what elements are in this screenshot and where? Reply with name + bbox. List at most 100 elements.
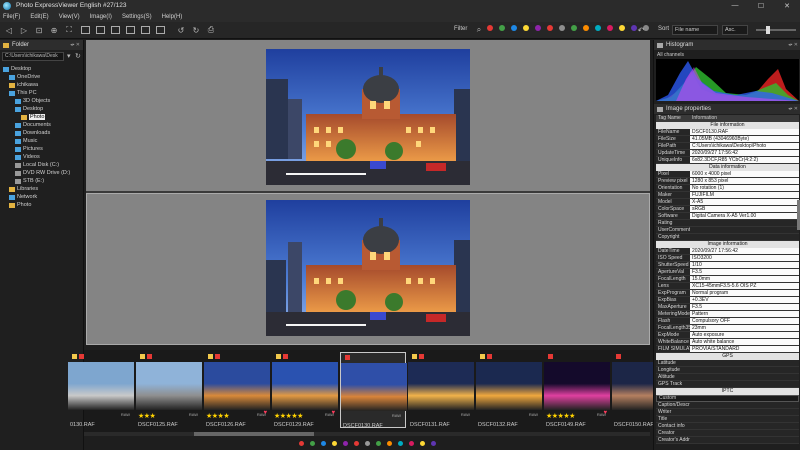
menu-settings[interactable]: Settings(S) <box>122 14 152 20</box>
status-dot[interactable] <box>386 440 392 446</box>
property-row[interactable]: Lens XC15-45mmF3.5-5.6 OIS PZ <box>656 283 799 290</box>
thumbnail-image[interactable] <box>68 362 134 410</box>
refresh-icon[interactable]: ↻ <box>75 52 81 60</box>
tree-node[interactable]: STB (E:) <box>0 177 84 185</box>
tree-node[interactable]: OneDrive <box>0 73 84 81</box>
filter-dot[interactable] <box>487 25 493 31</box>
menu-help[interactable]: Help(H) <box>162 14 183 20</box>
thumbnail-image[interactable] <box>408 362 474 410</box>
property-row[interactable]: ExpMode Auto exposure <box>656 332 799 339</box>
main-photo[interactable] <box>266 49 470 185</box>
tree-node[interactable]: Photo <box>0 113 84 121</box>
tree-node[interactable]: Pictures <box>0 145 84 153</box>
property-row[interactable]: WhiteBalance Auto white balance <box>656 339 799 346</box>
property-row[interactable]: Altitude <box>656 374 799 381</box>
property-row[interactable]: Flash Compulsory OFF <box>656 318 799 325</box>
path-up-icon[interactable]: ▾ <box>67 52 71 60</box>
status-dot[interactable] <box>364 440 370 446</box>
property-row[interactable]: Software Digital Camera X-A5 Ver1.00 <box>656 213 799 220</box>
filmstrip-thumbnail[interactable]: RAW 0130.RAF <box>68 352 134 428</box>
property-row[interactable]: ShutterSpeed 1/10 <box>656 262 799 269</box>
maximize-button[interactable]: ☐ <box>748 0 774 11</box>
tree-node[interactable]: Local Disk (C:) <box>0 161 84 169</box>
fit-icon[interactable]: ⊡ <box>33 24 45 36</box>
tree-node[interactable]: Network <box>0 193 84 201</box>
iptc-preset-dropdown[interactable]: Custom <box>656 395 799 402</box>
filter-dot[interactable] <box>619 25 625 31</box>
menu-image[interactable]: Image(I) <box>90 14 112 20</box>
layout-compare-icon[interactable] <box>126 26 135 34</box>
property-row[interactable]: FILM SIMULATIONPROVIA/STANDARD <box>656 346 799 353</box>
preview-pane-bottom[interactable] <box>86 193 650 345</box>
compare-photo[interactable] <box>266 200 470 336</box>
zoom-icon[interactable]: ⊕ <box>48 24 60 36</box>
print-icon[interactable]: ⎙ <box>205 24 217 36</box>
status-dot[interactable] <box>309 440 315 446</box>
status-dot[interactable] <box>419 440 425 446</box>
property-row[interactable]: ExpProgram Normal program <box>656 290 799 297</box>
property-row[interactable]: Orientation No rotation (1) <box>656 185 799 192</box>
property-row[interactable]: Creator's Addre <box>656 437 799 444</box>
filmstrip-thumbnail[interactable]: ★★★★ RAW ♥ DSCF0126.RAF <box>204 352 270 428</box>
close-button[interactable]: ✕ <box>774 0 800 11</box>
property-row[interactable]: Latitude <box>656 360 799 367</box>
filter-color-dots[interactable] <box>487 25 655 31</box>
rotate-left-icon[interactable]: ↺ <box>175 24 187 36</box>
filmstrip-thumbnail[interactable]: RAW DSCF0130.RAF <box>340 352 407 429</box>
property-row[interactable]: FocalLength 15.0mm <box>656 276 799 283</box>
sort-dropdown[interactable]: File name <box>672 25 718 35</box>
status-dot[interactable] <box>430 440 436 446</box>
tree-node[interactable]: 3D Objects <box>0 97 84 105</box>
tree-node[interactable]: ichikawa <box>0 81 84 89</box>
status-dot[interactable] <box>375 440 381 446</box>
pin-icon[interactable]: ◂▪ ✕ <box>70 42 80 48</box>
property-row[interactable]: Contact info <box>656 423 799 430</box>
property-row[interactable]: DateTime 2020/09/27 17:56:42 <box>656 248 799 255</box>
property-row[interactable]: Model X-A5 <box>656 199 799 206</box>
property-row[interactable]: FilePath C:\Users\ichikawa\Desktop\Photo <box>656 143 799 150</box>
filter-dot[interactable] <box>499 25 505 31</box>
property-row[interactable]: Caption/Descr <box>656 402 799 409</box>
property-row[interactable]: ApertureVal F3.5 <box>656 269 799 276</box>
layout-film-icon[interactable] <box>141 26 150 34</box>
property-row[interactable]: Rating <box>656 220 799 227</box>
status-dot[interactable] <box>331 440 337 446</box>
slider-handle[interactable] <box>766 26 770 34</box>
tree-node[interactable]: Libraries <box>0 185 84 193</box>
filter-dot[interactable] <box>571 25 577 31</box>
property-row[interactable]: FileName DSCF0130.RAF <box>656 129 799 136</box>
tree-node[interactable]: This PC <box>0 89 84 97</box>
property-row[interactable]: UniqueInfo 6x82.3DCF,R85 YCbCr(4:2:2) <box>656 157 799 164</box>
status-dot[interactable] <box>408 440 414 446</box>
layout-grid-icon[interactable] <box>96 26 105 34</box>
thumbnail-image[interactable] <box>476 362 542 410</box>
folder-path-input[interactable]: C:\Users\ichikawa\Desk <box>2 52 64 61</box>
filmstrip-thumbnail[interactable]: ★★★★★ RAW ♥ DSCF0149.RAF <box>544 352 610 428</box>
property-row[interactable]: Pixel 6000 x 4000 pixel <box>656 171 799 178</box>
rotate-right-icon[interactable]: ↻ <box>190 24 202 36</box>
property-row[interactable]: Longitude <box>656 367 799 374</box>
tree-node[interactable]: Documents <box>0 121 84 129</box>
layout-list-icon[interactable] <box>156 26 165 34</box>
fullscreen-icon[interactable]: ⛶ <box>63 24 75 36</box>
filter-dot[interactable] <box>535 25 541 31</box>
order-dropdown[interactable]: Asc. <box>722 25 748 35</box>
tree-node[interactable]: Desktop <box>0 65 84 73</box>
property-row[interactable]: Creator <box>656 430 799 437</box>
property-row[interactable]: FocalLength35 23mm <box>656 325 799 332</box>
menu-file[interactable]: File(F) <box>3 14 20 20</box>
property-row[interactable]: Copyright <box>656 234 799 241</box>
filter-dot[interactable] <box>595 25 601 31</box>
filmstrip-thumbnail[interactable]: RAW DSCF0132.RAF <box>476 352 542 428</box>
layout-single-icon[interactable] <box>81 26 90 34</box>
back-icon[interactable]: ◁ <box>3 24 15 36</box>
filmstrip-thumbnail[interactable]: RAW DSCF0131.RAF <box>408 352 474 428</box>
preview-pane-top[interactable] <box>86 40 650 191</box>
property-row[interactable]: ExpBias +0.3EV <box>656 297 799 304</box>
tree-node[interactable]: Desktop <box>0 105 84 113</box>
filter-dot[interactable] <box>511 25 517 31</box>
status-dot[interactable] <box>397 440 403 446</box>
thumbnail-image[interactable] <box>272 362 338 410</box>
property-row[interactable]: Preview pixel 1280 x 853 pixel <box>656 178 799 185</box>
tree-node[interactable]: Photo <box>0 201 84 209</box>
